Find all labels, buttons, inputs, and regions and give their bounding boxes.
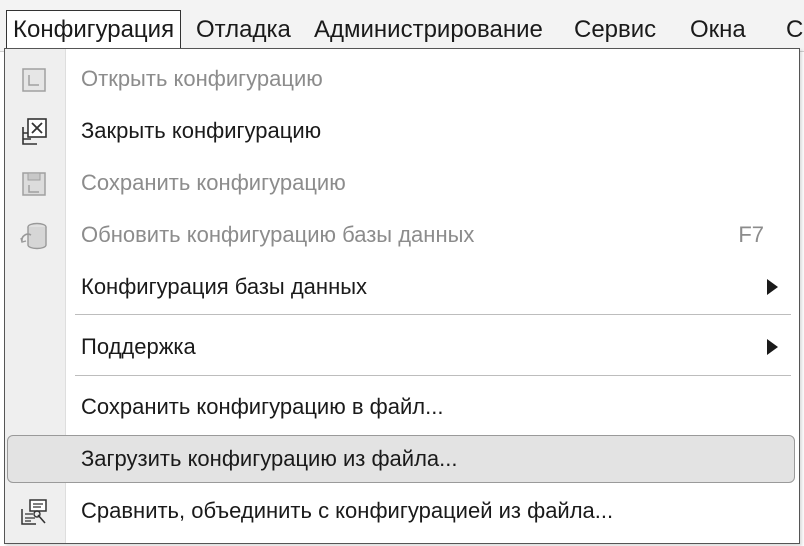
menu-item-label: Поддержка (81, 334, 196, 359)
menu-item-save-config[interactable]: Сохранить конфигурацию (5, 157, 798, 209)
menu-item-open-config[interactable]: Открыть конфигурацию (5, 53, 798, 105)
menu-item-save-config-to-file[interactable]: Сохранить конфигурацию в файл... (5, 381, 798, 433)
menu-item-update-db-config[interactable]: Обновить конфигурацию базы данных F7 (5, 209, 798, 261)
close-config-icon (22, 118, 47, 145)
menu-bar: Конфигурация Отладка Администрирование С… (0, 0, 804, 52)
configuration-dropdown: Открыть конфигурацию Закрыть конфигураци… (4, 48, 800, 544)
menu-item-compare-merge[interactable]: Сравнить, объединить с конфигурацией из … (5, 485, 798, 537)
open-config-icon (22, 68, 46, 92)
separator (75, 314, 791, 315)
menu-item-label: Конфигурация базы данных (81, 274, 368, 299)
menu-item-label: Сохранить конфигурацию в файл... (81, 394, 444, 419)
submenu-arrow-icon (767, 339, 778, 355)
compare-merge-icon (21, 499, 47, 525)
database-update-icon (20, 222, 47, 250)
menu-item-label: Сохранить конфигурацию (81, 170, 346, 195)
menu-item-label: Открыть конфигурацию (81, 66, 323, 91)
separator (75, 375, 791, 376)
menu-service[interactable]: Сервис (574, 0, 656, 52)
menu-item-label: Загрузить конфигурацию из файла... (81, 446, 458, 471)
menu-item-load-config-from-file[interactable]: Загрузить конфигурацию из файла... (7, 433, 795, 485)
menu-help-partial[interactable]: С (786, 0, 803, 52)
submenu-arrow-icon (767, 279, 778, 295)
menu-administration[interactable]: Администрирование (314, 0, 543, 52)
menu-item-label: Закрыть конфигурацию (81, 118, 322, 143)
menu-windows[interactable]: Окна (690, 0, 746, 52)
menu-item-support[interactable]: Поддержка (5, 321, 798, 373)
menu-item-db-configuration[interactable]: Конфигурация базы данных (5, 261, 798, 313)
menu-configuration[interactable]: Конфигурация (6, 10, 182, 48)
menu-debug[interactable]: Отладка (196, 0, 291, 52)
save-config-icon (22, 172, 46, 196)
shortcut-f7: F7 (738, 222, 764, 247)
menu-item-close-config[interactable]: Закрыть конфигурацию (5, 105, 798, 157)
menu-item-label: Сравнить, объединить с конфигурацией из … (81, 498, 614, 523)
menu-item-label: Обновить конфигурацию базы данных (81, 222, 475, 247)
